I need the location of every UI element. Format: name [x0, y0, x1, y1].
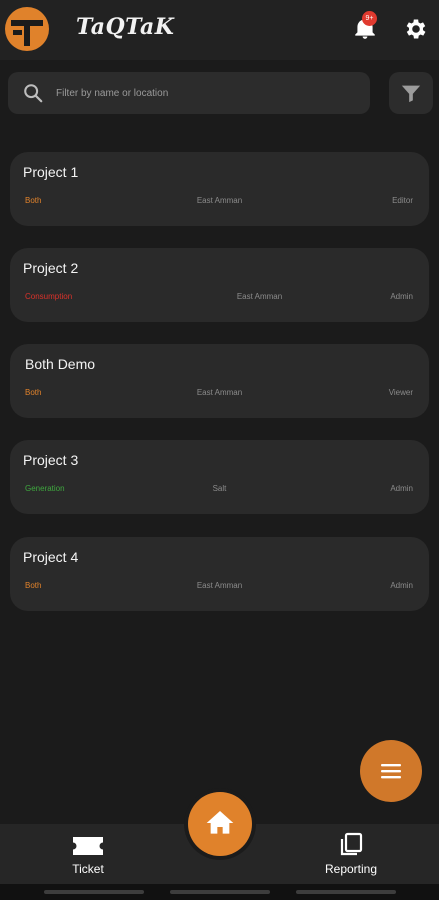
menu-icon: [381, 764, 401, 779]
system-back-indicator: [44, 890, 144, 894]
project-role: Admin: [390, 484, 413, 493]
project-location: East Amman: [196, 388, 243, 397]
app-title: TaQTaK: [76, 14, 175, 40]
filter-button[interactable]: [389, 72, 433, 114]
project-location: Salt: [212, 484, 227, 493]
project-card[interactable]: Project 1 Both East Amman Editor: [10, 152, 429, 226]
project-card[interactable]: Project 2 Consumption East Amman Admin: [10, 248, 429, 322]
project-name: Both Demo: [25, 356, 96, 372]
project-role: Viewer: [388, 388, 413, 397]
project-role: Admin: [390, 292, 413, 301]
search-bar: [8, 72, 370, 114]
system-navigation-bar: [0, 884, 439, 900]
project-role: Editor: [392, 196, 413, 205]
home-icon: [206, 811, 234, 834]
copy-icon: [340, 832, 363, 856]
nav-reporting-label: Reporting: [324, 862, 378, 876]
project-role: Admin: [390, 581, 413, 590]
project-name: Project 2: [23, 260, 79, 276]
project-name: Project 1: [23, 164, 79, 180]
project-name: Project 4: [23, 549, 79, 565]
menu-fab-button[interactable]: [360, 740, 422, 802]
search-icon: [24, 84, 43, 103]
app-header: TaQTaK 9+: [0, 0, 439, 60]
gear-icon[interactable]: [403, 16, 429, 42]
project-card[interactable]: Project 4 Both East Amman Admin: [10, 537, 429, 611]
project-card[interactable]: Project 3 Generation Salt Admin: [10, 440, 429, 514]
ticket-icon: [73, 837, 103, 855]
nav-ticket-label: Ticket: [72, 862, 104, 876]
notification-badge: 9+: [362, 11, 377, 26]
nav-reporting[interactable]: Reporting: [316, 832, 386, 880]
system-home-indicator: [170, 890, 270, 894]
search-input[interactable]: [56, 72, 356, 114]
system-recents-indicator: [296, 890, 396, 894]
project-location: East Amman: [196, 196, 243, 205]
project-location: East Amman: [196, 581, 243, 590]
project-name: Project 3: [23, 452, 79, 468]
filter-icon: [401, 85, 421, 103]
taqtak-logo-icon: [5, 7, 49, 51]
home-button[interactable]: [188, 792, 252, 856]
project-card[interactable]: Both Demo Both East Amman Viewer: [10, 344, 429, 418]
project-location: East Amman: [236, 292, 283, 301]
nav-ticket[interactable]: Ticket: [55, 832, 121, 880]
